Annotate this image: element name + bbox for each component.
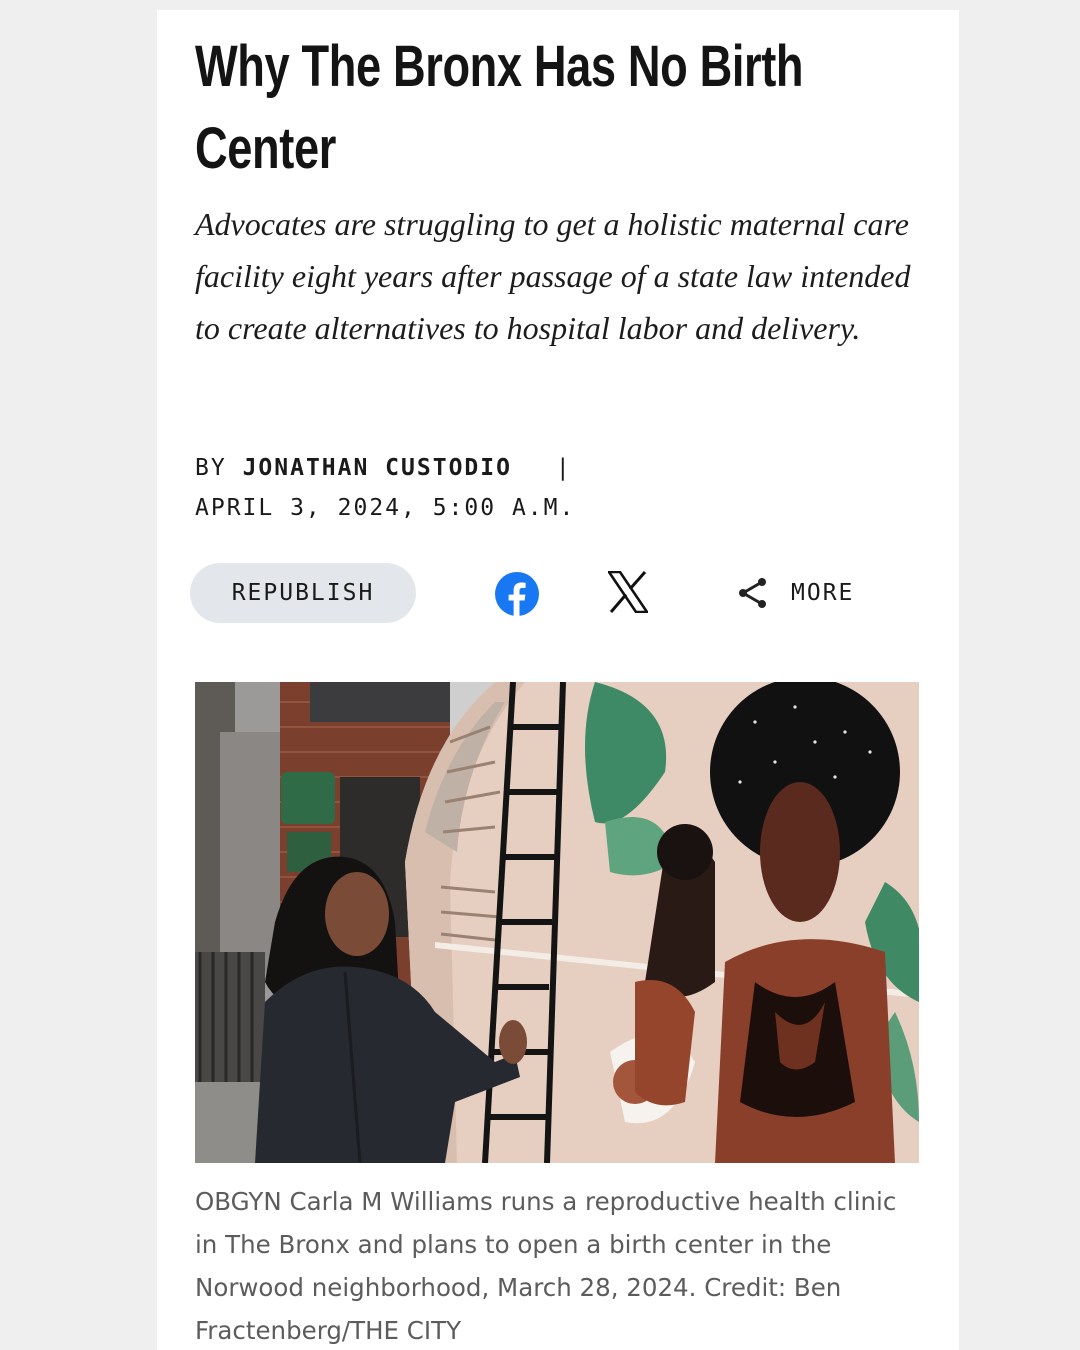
share-toolbar: REPUBLISH MORE [190,563,930,625]
republish-button[interactable]: REPUBLISH [190,563,416,623]
byline: BY JONATHAN CUSTODIO | APRIL 3, 2024, 5:… [195,448,915,528]
author-link[interactable]: JONATHAN CUSTODIO [243,455,512,481]
facebook-icon[interactable] [495,572,539,616]
more-share-button[interactable]: MORE [735,569,854,617]
more-label: MORE [791,580,855,606]
byline-prefix: BY [195,455,227,481]
photo-caption: OBGYN Carla M Williams runs a reproducti… [195,1187,897,1345]
dateline: APRIL 3, 2024, 5:00 A.M. [195,495,576,521]
x-icon[interactable] [606,570,650,614]
byline-separator: | [555,455,572,481]
article-headline: Why The Bronx Has No Birth Center [195,34,804,181]
lead-photo[interactable] [195,682,919,1163]
byline-line: BY JONATHAN CUSTODIO | [195,448,915,488]
article-card: Why The Bronx Has No Birth Center Advoca… [157,10,959,1350]
article-dek: Advocates are struggling to get a holist… [195,206,911,346]
share-icon [739,578,766,608]
